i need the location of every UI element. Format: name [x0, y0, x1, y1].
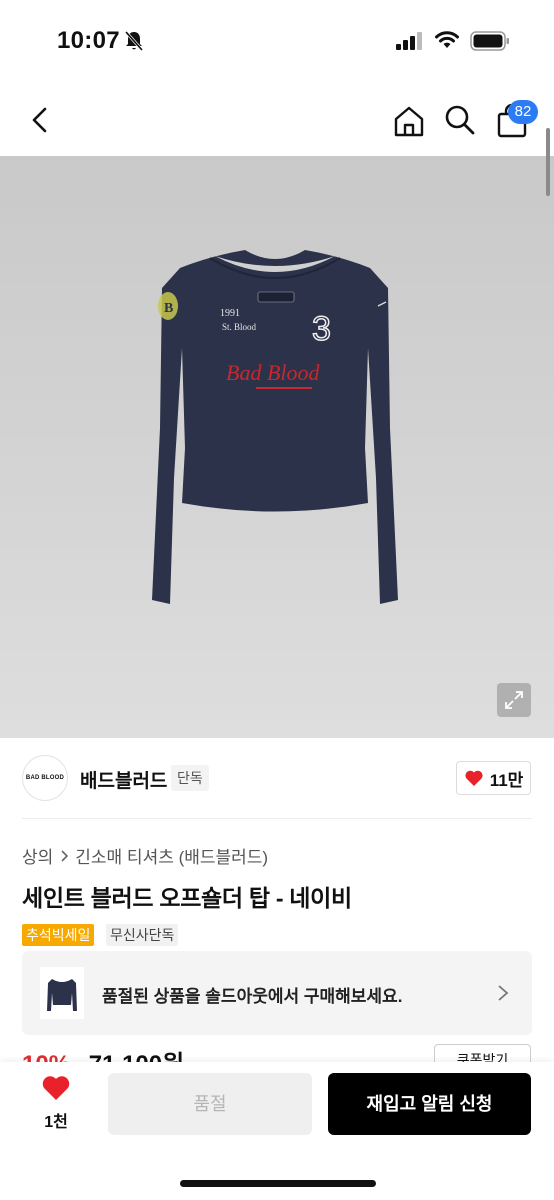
wishlist-count: 1천	[44, 1114, 68, 1131]
svg-text:B: B	[164, 301, 173, 316]
scrollbar-thumb[interactable]	[546, 128, 550, 196]
svg-text:Bad Blood: Bad Blood	[226, 360, 320, 385]
soldout-promo-card[interactable]: 품절된 상품을 솔드아웃에서 구매해보세요.	[22, 951, 532, 1035]
bell-slash-icon	[124, 31, 144, 51]
cart-count-badge: 82	[508, 100, 538, 124]
home-indicator[interactable]	[180, 1180, 376, 1187]
soldout-button: 품절	[108, 1073, 312, 1135]
home-icon[interactable]	[392, 104, 426, 138]
brand-like-button[interactable]: 11만	[456, 761, 531, 795]
svg-text:St. Blood: St. Blood	[222, 322, 257, 332]
soldout-notice-text: 품절된 상품을 솔드아웃에서 구매해보세요.	[102, 987, 403, 1006]
status-bar: 10:07	[0, 0, 554, 80]
shirt-thumbnail-icon	[47, 979, 77, 1011]
heart-icon	[42, 1076, 70, 1100]
brand-like-count: 11만	[489, 770, 524, 790]
restock-alert-button[interactable]: 재입고 알림 신청	[328, 1073, 531, 1135]
brand-name[interactable]: 배드블러드	[80, 766, 167, 793]
brand-exclusive-tag: 단독	[171, 765, 209, 791]
wifi-icon	[435, 31, 459, 48]
chevron-right-icon	[498, 985, 509, 1001]
breadcrumb-subcategory[interactable]: 긴소매 티셔츠 (배드블러드)	[75, 843, 268, 868]
brand-logo-text: BAD BLOOD	[25, 775, 65, 781]
heart-icon	[465, 770, 483, 786]
bottom-action-bar: 1천 품절 재입고 알림 신청	[0, 1062, 554, 1200]
expand-image-button[interactable]	[497, 683, 531, 717]
svg-text:1991: 1991	[220, 308, 240, 319]
battery-icon	[470, 31, 509, 51]
divider	[22, 818, 532, 819]
wishlist-button[interactable]: 1천	[30, 1074, 82, 1138]
breadcrumb: 상의 긴소매 티셔츠 (배드블러드)	[22, 843, 268, 868]
status-time: 10:07	[57, 27, 120, 54]
top-nav-bar	[0, 84, 554, 156]
search-icon[interactable]	[444, 104, 476, 136]
soldout-thumbnail	[40, 967, 84, 1019]
product-image[interactable]: B 1991 St. Blood 3 Bad Blood	[0, 156, 554, 738]
brand-row: BAD BLOOD 배드블러드 단독 11만	[0, 738, 554, 818]
chevron-right-icon	[61, 849, 69, 862]
svg-text:3: 3	[312, 310, 331, 348]
expand-icon	[505, 691, 523, 709]
exclusive-tag: 무신사단독	[106, 924, 179, 946]
price-row: 10% 71,100원	[22, 1044, 184, 1064]
breadcrumb-category[interactable]: 상의	[22, 843, 53, 868]
product-photo-navy-top: B 1991 St. Blood 3 Bad Blood	[152, 250, 398, 604]
sale-tag: 추석빅세일	[22, 924, 95, 946]
back-arrow-icon[interactable]	[26, 104, 54, 136]
cellular-signal-icon	[396, 32, 422, 50]
product-title: 세인트 블러드 오프숄더 탑 - 네이비	[22, 885, 352, 911]
brand-logo[interactable]: BAD BLOOD	[22, 755, 68, 801]
